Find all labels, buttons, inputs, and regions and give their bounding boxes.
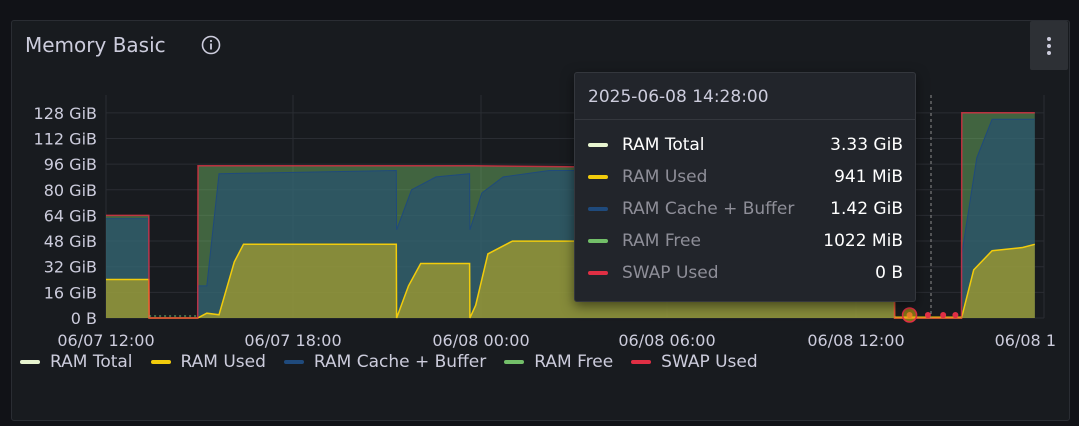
tooltip-divider: [575, 119, 915, 120]
swap-marker: [952, 312, 959, 318]
legend-swatch: [283, 360, 304, 364]
legend-label: RAM Total: [50, 352, 133, 372]
tooltip-value: 3.33 GiB: [830, 135, 903, 155]
y-tick-label: 16 GiB: [44, 283, 97, 302]
tooltip-label: RAM Total: [622, 135, 705, 155]
legend-swatch: [20, 360, 40, 364]
legend-item[interactable]: RAM Used: [150, 352, 266, 372]
y-tick-label: 64 GiB: [44, 206, 97, 225]
tooltip-value: 1022 MiB: [823, 231, 903, 251]
y-tick-label: 128 GiB: [34, 104, 97, 123]
x-tick-label: 06/08 12:00: [807, 331, 904, 350]
tooltip-swatch: [588, 207, 608, 211]
tooltip-row: RAM Used 941 MiB: [588, 165, 903, 189]
legend-item[interactable]: RAM Free: [504, 352, 613, 372]
legend-item[interactable]: RAM Total: [20, 352, 133, 372]
tooltip-row: RAM Free 1022 MiB: [588, 229, 903, 253]
tooltip-swatch: [588, 271, 608, 275]
tooltip-timestamp: 2025-06-08 14:28:00: [588, 87, 769, 107]
tooltip-row: RAM Cache + Buffer 1.42 GiB: [588, 197, 903, 221]
swap-marker: [924, 312, 931, 318]
y-tick-label: 48 GiB: [44, 232, 97, 251]
legend-label: RAM Free: [534, 352, 614, 372]
hover-point: [901, 307, 918, 323]
tooltip-label: SWAP Used: [622, 263, 719, 283]
y-tick-label: 32 GiB: [44, 258, 97, 277]
tooltip-label: RAM Free: [622, 231, 701, 251]
legend-label: RAM Cache + Buffer: [313, 352, 487, 372]
legend-label: RAM Used: [180, 352, 266, 372]
tooltip-label: RAM Cache + Buffer: [622, 199, 795, 219]
y-tick-label: 96 GiB: [44, 155, 97, 174]
chart-tooltip: 2025-06-08 14:28:00 RAM Total 3.33 GiB RAM…: [574, 72, 916, 302]
chart-legend: RAM Total RAM Used RAM Cache + Buffer RAM F…: [20, 352, 758, 372]
x-tick-label: 06/07 12:00: [57, 331, 154, 350]
tooltip-swatch: [588, 239, 608, 243]
y-tick-label: 80 GiB: [44, 181, 97, 200]
y-tick-label: 0 B: [71, 309, 97, 328]
tooltip-value: 1.42 GiB: [830, 199, 903, 219]
x-tick-label: 06/07 18:00: [244, 331, 341, 350]
tooltip-label: RAM Used: [622, 167, 708, 187]
legend-swatch: [631, 360, 652, 364]
x-tick-label: 06/08 06:00: [618, 331, 715, 350]
tooltip-row: SWAP Used 0 B: [588, 261, 903, 285]
tooltip-value: 941 MiB: [834, 167, 903, 187]
tooltip-row: RAM Total 3.33 GiB: [588, 133, 903, 157]
tooltip-value: 0 B: [875, 263, 903, 283]
tooltip-swatch: [588, 175, 608, 179]
legend-swatch: [150, 360, 171, 364]
x-tick-label: 06/08 00:00: [432, 331, 529, 350]
swap-marker: [940, 312, 947, 318]
x-tick-label: 06/08 1: [995, 331, 1056, 350]
y-tick-label: 112 GiB: [34, 129, 97, 148]
legend-item[interactable]: RAM Cache + Buffer: [283, 352, 487, 372]
tooltip-swatch: [588, 143, 608, 147]
legend-label: SWAP Used: [661, 352, 758, 372]
legend-item[interactable]: SWAP Used: [631, 352, 758, 372]
legend-swatch: [504, 360, 525, 364]
